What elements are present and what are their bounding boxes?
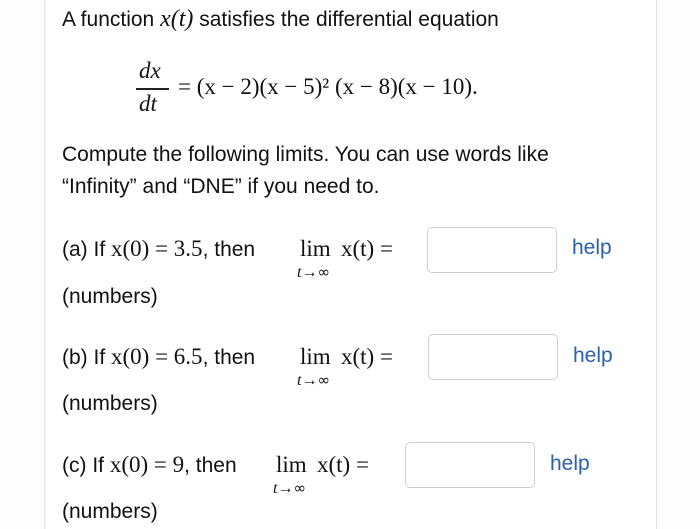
- part-c-lim: lim: [276, 452, 307, 477]
- part-c-answer-input[interactable]: [405, 442, 535, 488]
- part-a-hint: (numbers): [62, 285, 158, 308]
- part-b-label: (b) If: [62, 346, 112, 369]
- part-b-then: , then: [202, 346, 256, 369]
- part-b-answer-input[interactable]: [428, 334, 558, 380]
- part-b-sub-arrow: →: [301, 372, 318, 389]
- part-c-subscript: t→∞: [273, 479, 306, 498]
- instructions-line2: “Infinity” and “DNE” if you need to.: [62, 175, 380, 198]
- equation-numerator: dx: [139, 58, 161, 83]
- part-b-lim: lim: [300, 344, 331, 369]
- intro-suffix: satisfies the differential equation: [193, 8, 499, 31]
- part-c-help-link[interactable]: help: [550, 452, 590, 476]
- part-b-expression: x(t) =: [341, 344, 393, 369]
- part-b-sub-infinity: ∞: [317, 371, 330, 389]
- part-c-label: (c) If: [62, 454, 110, 477]
- instructions-line1: Compute the following limits. You can us…: [62, 143, 549, 166]
- intro-prefix: A function: [62, 8, 161, 31]
- part-a-help-link[interactable]: help: [572, 236, 612, 260]
- part-a-sub-arrow: →: [301, 264, 318, 281]
- intro-function: x(t): [160, 6, 194, 32]
- part-b-help-link[interactable]: help: [573, 344, 613, 368]
- part-c-question: (c) If x(0) = 9, then: [62, 452, 237, 478]
- part-a-subscript: t→∞: [297, 263, 330, 282]
- part-b-question: (b) If x(0) = 6.5, then: [62, 344, 255, 370]
- part-b-subscript: t→∞: [297, 371, 330, 390]
- part-c-sub-arrow: →: [277, 480, 294, 497]
- part-a-then: , then: [202, 238, 256, 261]
- part-b-hint: (numbers): [62, 392, 158, 415]
- intro-text: A function x(t) satisfies the differenti…: [62, 6, 499, 33]
- part-a-label: (a) If: [62, 238, 112, 261]
- part-c-condition: x(0) = 9: [109, 452, 185, 477]
- equation-denominator: dt: [139, 91, 157, 116]
- part-a-lim: lim: [300, 236, 331, 261]
- part-a-question: (a) If x(0) = 3.5, then: [62, 236, 255, 262]
- part-a-sub-infinity: ∞: [317, 263, 330, 281]
- part-a-condition: x(0) = 3.5: [111, 236, 203, 261]
- fraction-bar: [136, 88, 169, 90]
- part-c-then: , then: [184, 454, 237, 477]
- part-c-expression: x(t) =: [317, 452, 369, 477]
- part-c-hint: (numbers): [62, 500, 158, 523]
- equation-rhs: = (x − 2)(x − 5)² (x − 8)(x − 10).: [178, 74, 478, 99]
- part-c-sub-infinity: ∞: [293, 479, 306, 497]
- part-a-expression: x(t) =: [341, 236, 393, 261]
- part-b-condition: x(0) = 6.5: [111, 344, 203, 369]
- part-a-answer-input[interactable]: [427, 227, 557, 273]
